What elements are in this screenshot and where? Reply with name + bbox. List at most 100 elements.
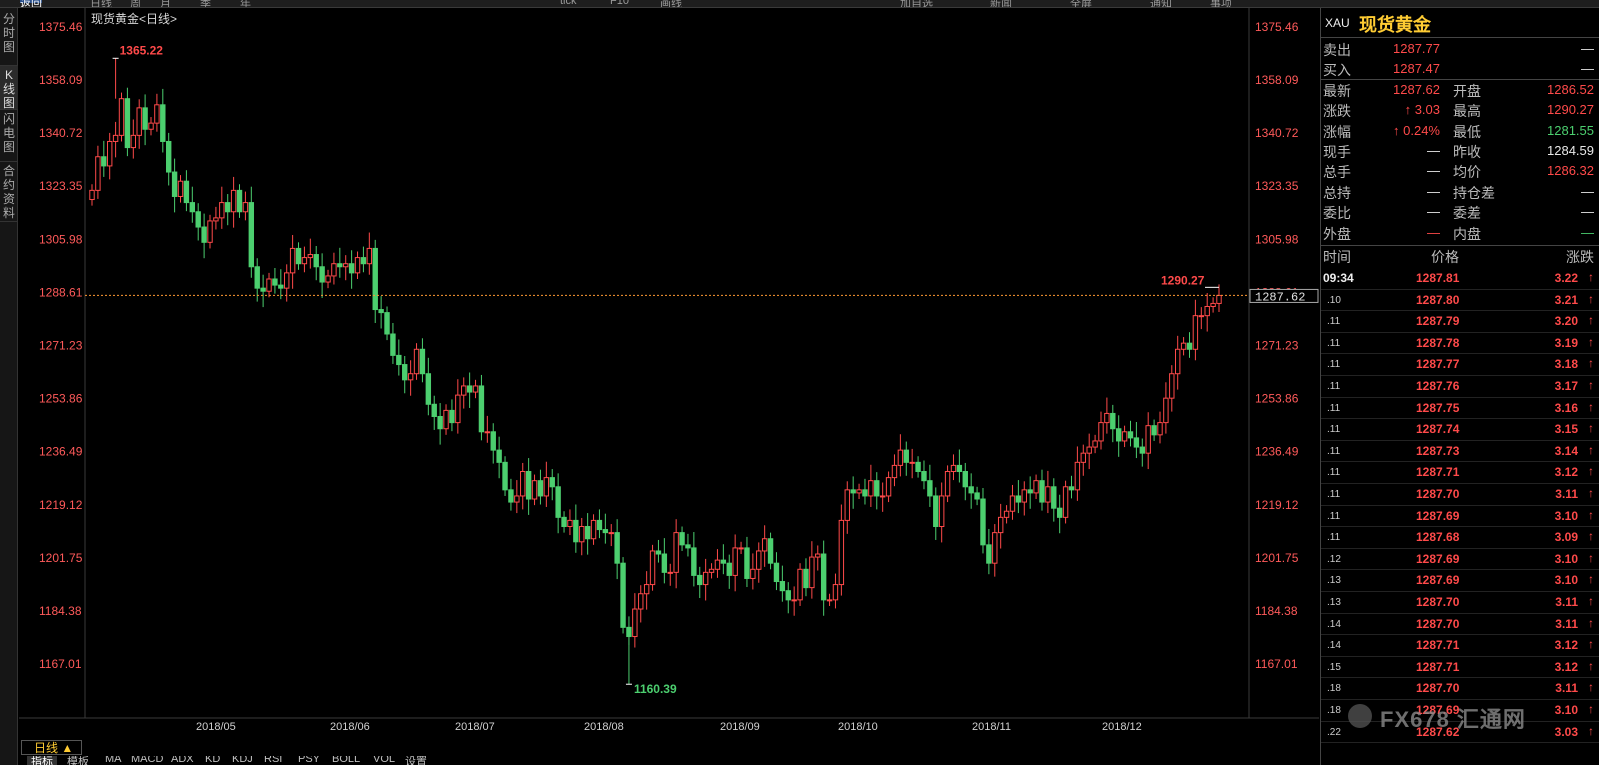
toolbar-item-11[interactable]: 全屏 bbox=[1070, 0, 1092, 7]
period-selector[interactable]: 日线 ▲ bbox=[21, 740, 83, 755]
toolbar-item-8[interactable]: 画线 bbox=[660, 0, 682, 7]
tick-time: .11 bbox=[1327, 424, 1341, 436]
candle-body bbox=[360, 257, 367, 265]
candle-body bbox=[366, 247, 373, 265]
toolbar-item-9[interactable]: 加自选 bbox=[900, 0, 933, 7]
candle-body bbox=[1204, 305, 1210, 317]
quote-value: 1287.77 bbox=[1393, 41, 1440, 56]
tick-time: .12 bbox=[1327, 553, 1341, 565]
candle-body bbox=[148, 122, 154, 130]
quote-label: 卖出 bbox=[1323, 43, 1351, 59]
tick-row: .11 1287.78 3.19 ↑ bbox=[1321, 333, 1599, 355]
indicator-tab-11[interactable]: 设置 bbox=[405, 756, 427, 765]
candle-body bbox=[101, 156, 107, 167]
candle-body bbox=[891, 464, 898, 479]
candle-body bbox=[673, 532, 679, 573]
candle-body bbox=[1027, 489, 1033, 494]
kline-chart-area[interactable]: 1375.46 1375.46 1358.09 1358.09 1340.72 1340.… bbox=[19, 8, 1319, 738]
kline-chart[interactable]: 1375.46 1375.46 1358.09 1358.09 1340.72 1340.… bbox=[19, 8, 1319, 738]
candle-body bbox=[455, 394, 461, 424]
tick-time: .10 bbox=[1327, 294, 1341, 306]
indicator-tab-6[interactable]: KDJ bbox=[232, 756, 253, 765]
candle-body bbox=[437, 416, 443, 430]
tick-price: 1287.76 bbox=[1416, 379, 1460, 393]
price-label-right: 1219.12 bbox=[1255, 498, 1299, 512]
candle-body bbox=[1169, 373, 1175, 399]
toolbar-item-5[interactable]: 年 bbox=[240, 0, 251, 7]
toolbar-item-12[interactable]: 通知 bbox=[1150, 0, 1172, 7]
candle-body bbox=[1163, 397, 1169, 424]
quote-label-2: 开盘 bbox=[1453, 83, 1481, 100]
candle-body bbox=[767, 538, 774, 564]
tick-time: .13 bbox=[1327, 597, 1341, 608]
tick-change: 3.19 bbox=[1554, 335, 1578, 350]
candle-body bbox=[1098, 422, 1104, 442]
toolbar-item-0[interactable]: 返回 bbox=[20, 0, 42, 7]
candle-body bbox=[1080, 452, 1086, 463]
toolbar-item-7[interactable]: F10 bbox=[610, 0, 629, 7]
candle-body bbox=[797, 568, 803, 601]
candle-body bbox=[968, 486, 974, 494]
tick-change: 3.10 bbox=[1554, 508, 1578, 523]
candle-body bbox=[986, 544, 992, 564]
candle-body bbox=[431, 403, 437, 418]
toolbar-item-2[interactable]: 周 bbox=[130, 0, 141, 7]
indicator-tab-5[interactable]: KD bbox=[205, 756, 220, 765]
candle-body bbox=[732, 547, 738, 576]
tick-time: .14 bbox=[1327, 640, 1341, 652]
indicator-tab-10[interactable]: VOL bbox=[373, 756, 395, 765]
quote-label-2: 均价 bbox=[1453, 165, 1481, 182]
candle-body bbox=[1186, 342, 1193, 350]
price-label-right: 1167.01 bbox=[1255, 657, 1298, 671]
indicator-tab-1[interactable]: 模板 bbox=[67, 756, 89, 765]
candle-body bbox=[484, 431, 491, 434]
candle-body bbox=[738, 547, 744, 550]
indicator-tab-7[interactable]: RSI bbox=[264, 756, 282, 765]
candle-body bbox=[1003, 510, 1010, 518]
indicator-tab-8[interactable]: PSY bbox=[298, 756, 320, 765]
toolbar-item-1[interactable]: 日线 bbox=[90, 0, 112, 7]
left-tab-2[interactable]: 闪电图 bbox=[0, 110, 18, 162]
indicator-tab-9[interactable]: BOLL bbox=[332, 756, 360, 765]
candle-body bbox=[407, 373, 414, 381]
candle-body bbox=[107, 140, 113, 167]
indicator-tab-4[interactable]: ADX bbox=[171, 756, 194, 765]
price-label-right: 1201.75 bbox=[1255, 551, 1299, 565]
tick-time: .11 bbox=[1327, 445, 1341, 457]
candle-body bbox=[89, 189, 95, 201]
quote-value-2: 1284.59 bbox=[1547, 143, 1594, 158]
up-arrow-icon: ↑ bbox=[1588, 529, 1594, 544]
toolbar-item-10[interactable]: 新闻 bbox=[990, 0, 1012, 7]
candle-body bbox=[289, 247, 296, 274]
candle-body bbox=[1110, 412, 1116, 430]
candle-body bbox=[112, 134, 119, 142]
price-label-left: 1305.98 bbox=[39, 232, 83, 246]
indicator-tab-3[interactable]: MACD bbox=[131, 756, 163, 765]
candle-body bbox=[685, 544, 691, 549]
high-marker-label: 1365.22 bbox=[120, 43, 164, 57]
candle-body bbox=[702, 571, 709, 586]
left-tab-1[interactable]: K线图 bbox=[0, 66, 18, 110]
candle-body bbox=[1180, 342, 1187, 350]
price-label-left: 1340.72 bbox=[39, 126, 83, 140]
candle-body bbox=[301, 257, 308, 265]
candle-body bbox=[756, 550, 762, 570]
toolbar-item-13[interactable]: 事项 bbox=[1210, 0, 1232, 7]
tick-row: .11 1287.70 3.11 ↑ bbox=[1321, 484, 1599, 506]
quote-value-2: — bbox=[1581, 204, 1594, 220]
low-marker-label: 1160.39 bbox=[634, 682, 677, 696]
indicator-tab-0[interactable]: 指标 bbox=[27, 756, 57, 765]
tick-row: .14 1287.70 3.11 ↑ bbox=[1321, 614, 1599, 636]
toolbar-item-4[interactable]: 季 bbox=[200, 0, 211, 7]
left-tab-3[interactable]: 合约资料 bbox=[0, 162, 18, 222]
toolbar-item-3[interactable]: 月 bbox=[160, 0, 171, 7]
price-label-right: 1305.98 bbox=[1255, 232, 1299, 246]
candle-body bbox=[136, 107, 142, 136]
toolbar-item-6[interactable]: tick bbox=[560, 0, 577, 7]
left-tab-0[interactable]: 分时图 bbox=[0, 10, 18, 66]
candle-body bbox=[1192, 315, 1199, 350]
price-label-right: 1253.86 bbox=[1255, 392, 1299, 406]
candle-body bbox=[449, 409, 455, 424]
indicator-tab-2[interactable]: MA bbox=[105, 756, 122, 765]
candle-body bbox=[714, 559, 721, 570]
